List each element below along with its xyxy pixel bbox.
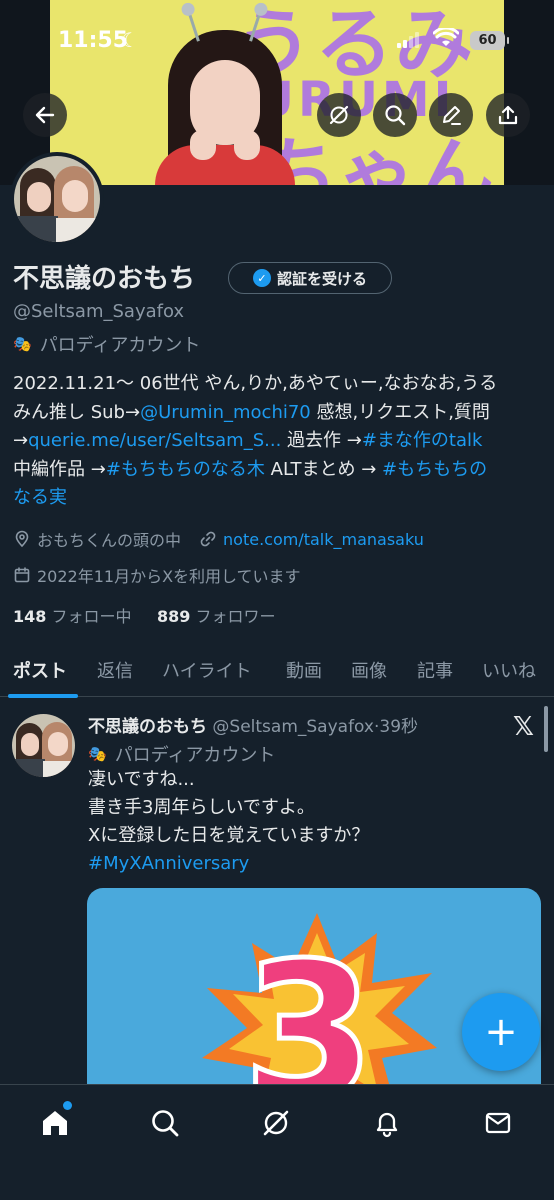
tab-highlights[interactable]: ハイライト — [162, 657, 252, 683]
tab-posts[interactable]: ポスト — [13, 657, 67, 683]
post-parody-label-text: パロディアカウント — [114, 745, 276, 766]
bio-hashtag-link[interactable]: #もちもちのなる木 — [106, 459, 265, 480]
bio-text: → — [13, 430, 29, 451]
mail-icon — [485, 1112, 511, 1134]
following-count: 148 — [13, 607, 47, 626]
bottom-navigation — [0, 1084, 554, 1200]
tab-articles[interactable]: 記事 — [417, 657, 453, 683]
plus-icon: + — [484, 1009, 518, 1055]
following-link[interactable]: 148 フォロー中 — [13, 607, 132, 626]
bell-icon — [376, 1112, 398, 1138]
back-button[interactable] — [23, 93, 67, 137]
link-icon — [200, 531, 216, 547]
home-icon — [43, 1111, 67, 1135]
profile-avatar[interactable] — [10, 152, 104, 246]
nav-home[interactable] — [35, 1101, 75, 1143]
nav-messages[interactable] — [478, 1103, 518, 1143]
bio-hashtag-link[interactable]: なる実 — [13, 487, 67, 508]
wifi-icon — [433, 28, 459, 46]
calendar-icon — [14, 567, 30, 583]
post-parody-label: 🎭 パロディアカウント — [88, 741, 275, 767]
bio-mention-link[interactable]: @Urumin_mochi70 — [140, 402, 311, 423]
search-icon — [385, 105, 406, 126]
status-bar: 11:55 ☾ 60 — [0, 0, 554, 80]
mask-icon: 🎭 — [13, 335, 32, 353]
nav-notifications[interactable] — [367, 1103, 407, 1143]
active-tab-indicator — [8, 694, 78, 698]
post-hashtag-link[interactable]: #MyXAnniversary — [88, 850, 369, 878]
bio-text: 過去作 → — [281, 430, 362, 451]
nav-search[interactable] — [145, 1103, 185, 1143]
tab-likes[interactable]: いいね — [482, 657, 536, 683]
post-time[interactable]: 39秒 — [379, 717, 418, 737]
tab-videos[interactable]: 動画 — [286, 657, 322, 683]
scrollbar[interactable] — [544, 706, 548, 752]
post-text: 凄いですね... 書き手3周年らしいですよ。 Xに登録した日を覚えていますか？ … — [88, 766, 369, 878]
search-button[interactable] — [373, 93, 417, 137]
bio-hashtag-link[interactable]: #もちもちの — [382, 459, 487, 480]
location-pin-icon — [15, 530, 29, 548]
arrow-left-icon — [35, 106, 55, 124]
pencil-icon — [443, 106, 461, 125]
profile-location: おもちくんの頭の中 — [37, 531, 182, 550]
grok-icon — [329, 105, 349, 125]
grok-icon — [263, 1110, 289, 1136]
bio-text: みん推し Sub→ — [13, 401, 141, 423]
compose-post-button[interactable]: + — [462, 993, 540, 1071]
profile-tabs: ポスト 返信 ハイライト 動画 画像 記事 いいね — [0, 645, 554, 698]
profile-bio: 2022.11.21～ 06世代 やん,りか,あやてぃー,なおなお,うる みん推… — [13, 370, 543, 513]
bio-url-link[interactable]: querie.me/user/Seltsam_S... — [28, 430, 281, 451]
post-text-line: 凄いですね... — [88, 769, 195, 790]
notification-dot — [63, 1101, 72, 1110]
get-verified-button[interactable]: ✓ 認証を受ける — [228, 262, 392, 294]
bio-text: 中編作品 → — [13, 458, 106, 480]
post-text-line: 書き手3周年らしいですよ。 — [88, 797, 315, 818]
avatar-image — [14, 156, 100, 242]
share-icon — [498, 105, 518, 125]
get-verified-label: 認証を受ける — [276, 269, 367, 288]
followers-link[interactable]: 889 フォロワー — [157, 607, 276, 626]
profile-handle: @Seltsam_Sayafox — [13, 301, 185, 322]
bio-hashtag-link[interactable]: #まな作のtalk — [362, 430, 483, 451]
cellular-signal-icon — [397, 32, 423, 48]
battery-indicator: 60 — [470, 31, 509, 50]
search-icon — [152, 1110, 179, 1137]
bio-text: ALTまとめ → — [264, 458, 383, 480]
bio-text: 2022.11.21～ 06世代 やん,りか,あやてぃー,なおなお,うる — [13, 373, 498, 394]
post-header: 不思議のおもち @Seltsam_Sayafox·39秒 — [88, 712, 418, 737]
followers-label: フォロワー — [195, 607, 276, 626]
mask-icon: 🎭 — [88, 745, 107, 763]
profile-joined-row: 2022年11月からXを利用しています — [13, 563, 301, 587]
post-author-handle[interactable]: @Seltsam_Sayafox — [212, 717, 374, 737]
profile-display-name: 不思議のおもち — [13, 264, 196, 294]
verified-badge-icon: ✓ — [252, 269, 271, 287]
share-button[interactable] — [486, 93, 530, 137]
status-time: 11:55 — [58, 28, 129, 53]
post-author-avatar[interactable] — [12, 714, 75, 777]
followers-count: 889 — [156, 607, 191, 626]
follow-stats: 148 フォロー中 889 フォロワー — [13, 603, 275, 627]
x-logo-icon: 𝕏 — [513, 712, 534, 742]
profile-website-link[interactable]: note.com/talk_manasaku — [223, 530, 424, 549]
edit-button[interactable] — [429, 93, 473, 137]
post-text-line: Xに登録した日を覚えていますか？ — [88, 825, 370, 846]
tab-replies[interactable]: 返信 — [97, 657, 133, 683]
parody-label: 🎭 パロディアカウント — [13, 331, 200, 357]
following-label: フォロー中 — [51, 607, 132, 626]
bio-text: 感想,リクエスト,質問 — [310, 401, 490, 423]
grok-button[interactable] — [317, 93, 361, 137]
profile-meta-row: おもちくんの頭の中 note.com/talk_manasaku — [13, 527, 424, 551]
moon-icon: ☾ — [121, 28, 139, 52]
tab-photos[interactable]: 画像 — [351, 657, 387, 683]
post-author-name[interactable]: 不思議のおもち — [88, 717, 207, 737]
parody-label-text: パロディアカウント — [39, 335, 201, 356]
nav-grok[interactable] — [256, 1103, 296, 1143]
profile-joined-date: 2022年11月からXを利用しています — [37, 567, 301, 586]
